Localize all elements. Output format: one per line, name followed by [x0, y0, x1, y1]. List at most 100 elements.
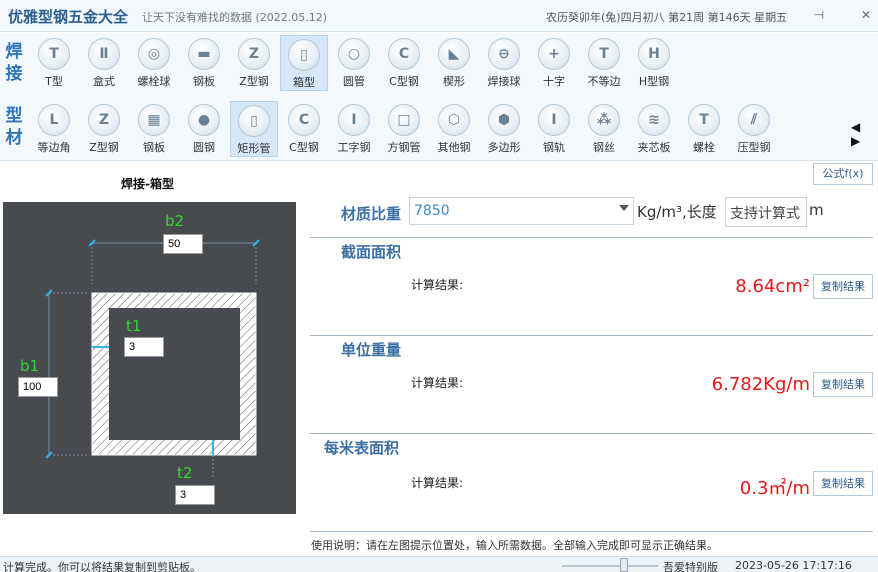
square-tube-icon: □ — [388, 104, 420, 136]
t1-input[interactable] — [124, 337, 164, 357]
formula-button[interactable]: 公式f(x) — [813, 163, 873, 185]
surface-result: 0.3㎡/m — [739, 478, 810, 499]
t2-label: t2 — [177, 464, 193, 482]
profile-steel-plate[interactable]: ▦ 钢板 — [130, 101, 178, 157]
date-info: 农历癸卯年(兔)四月初八 第21周 第146天 星期五 — [546, 11, 788, 24]
wedge-icon: ◣ — [438, 38, 470, 70]
weight-title: 单位重量 — [341, 341, 402, 359]
b1-input[interactable] — [18, 377, 58, 397]
surface-calc-label: 计算结果: — [411, 476, 464, 490]
profile-i-beam[interactable]: I 工字钢 — [330, 101, 378, 157]
sandwich-panel-icon: ≋ — [638, 104, 670, 136]
profile-bolt[interactable]: T 螺栓 — [680, 101, 728, 157]
copy-area-button[interactable]: 复制结果 — [813, 274, 873, 299]
separator — [310, 237, 873, 238]
diagram-title: 焊接-箱型 — [121, 177, 174, 191]
round-pipe-icon: ○ — [338, 38, 370, 70]
other-steel-icon: ⬡ — [438, 104, 470, 136]
weld-box-section[interactable]: ▯ 箱型 — [280, 35, 328, 91]
rect-tube-icon: ▯ — [238, 105, 270, 137]
category-profile: 型材 — [5, 106, 23, 148]
profiled-steel-icon: ⫽ — [738, 104, 770, 136]
edition-label: 吾爱特别版 — [663, 561, 718, 572]
b2-label: b2 — [165, 212, 185, 230]
weld-round-pipe[interactable]: ○ 圆管 — [330, 35, 378, 91]
weld-box-style[interactable]: Ⅱ 盒式 — [80, 35, 128, 91]
weld-cross[interactable]: + 十字 — [530, 35, 578, 91]
cross-icon: + — [538, 38, 570, 70]
steel-plate-icon: ▬ — [188, 38, 220, 70]
length-input[interactable]: 支持计算式 — [725, 197, 807, 227]
profile-rail[interactable]: I 钢轨 — [530, 101, 578, 157]
profile-sandwich-panel[interactable]: ≋ 夹芯板 — [630, 101, 678, 157]
profile-square-tube[interactable]: □ 方钢管 — [380, 101, 428, 157]
t1-label: t1 — [126, 317, 142, 335]
status-bar: 计算完成。你可以将结果复制到剪贴板。 吾爱特别版 2023-05-26 17:1… — [0, 556, 878, 572]
profile-rect-tube[interactable]: ▯ 矩形管 — [230, 101, 278, 157]
profile-other-steel[interactable]: ⬡ 其他钢 — [430, 101, 478, 157]
weld-wedge[interactable]: ◣ 楔形 — [430, 35, 478, 91]
b1-label: b1 — [20, 357, 40, 375]
polygon-icon: ⬢ — [488, 104, 520, 136]
chevron-down-icon — [619, 205, 629, 211]
profile-c-steel[interactable]: C C型钢 — [280, 101, 328, 157]
length-unit: m — [809, 201, 824, 219]
weld-z-steel[interactable]: Z Z型钢 — [230, 35, 278, 91]
app-title: 优雅型钢五金大全 — [8, 8, 129, 26]
toolbar-scroll-arrows[interactable]: ◀ ▶ — [851, 120, 878, 148]
profile-polygon[interactable]: ⬢ 多边形 — [480, 101, 528, 157]
slider-thumb[interactable] — [620, 558, 628, 572]
b2-input[interactable] — [163, 234, 203, 254]
category-weld: 焊接 — [5, 42, 23, 84]
weld-steel-plate[interactable]: ▬ 钢板 — [180, 35, 228, 91]
t2-input[interactable] — [175, 485, 215, 505]
weld-weld-ball[interactable]: ⊖ 焊接球 — [480, 35, 528, 91]
box-section-drawing — [45, 239, 260, 477]
profile-steel-wire[interactable]: ⁂ 钢丝 — [580, 101, 628, 157]
area-result: 8.64cm² — [735, 276, 810, 297]
area-title: 截面面积 — [341, 243, 402, 261]
weld-c-steel[interactable]: C C型钢 — [380, 35, 428, 91]
round-steel-icon: ● — [188, 104, 220, 136]
z-steel-icon: Z — [88, 104, 120, 136]
surface-title: 每米表面积 — [324, 439, 400, 457]
slider-track[interactable] — [562, 565, 658, 567]
t-type-icon: T — [38, 38, 70, 70]
app-window: 优雅型钢五金大全 让天下没有难找的数据 (2022.05.12) 农历癸卯年(兔… — [0, 0, 878, 572]
density-unit: Kg/m³,长度 — [637, 203, 717, 221]
c-steel-icon: C — [388, 38, 420, 70]
rail-icon: I — [538, 104, 570, 136]
area-calc-label: 计算结果: — [411, 278, 464, 292]
density-select[interactable]: 7850 — [409, 197, 634, 225]
steel-plate-icon: ▦ — [138, 104, 170, 136]
bolt-icon: T — [688, 104, 720, 136]
box-section-icon: ▯ — [288, 39, 320, 71]
weld-bolt-ball[interactable]: ◎ 螺栓球 — [130, 35, 178, 91]
copy-weight-button[interactable]: 复制结果 — [813, 372, 873, 397]
weld-h-steel[interactable]: H H型钢 — [630, 35, 678, 91]
weld-ball-icon: ⊖ — [488, 38, 520, 70]
c-steel-icon: C — [288, 104, 320, 136]
weld-unequal[interactable]: T 不等边 — [580, 35, 628, 91]
profile-round-steel[interactable]: ● 圆钢 — [180, 101, 228, 157]
usage-note: 使用说明：请在左图提示位置处，输入所需数据。全部输入完成即可显示正确结果。 — [311, 539, 718, 552]
profile-equal-angle[interactable]: L 等边角 — [30, 101, 78, 157]
copy-surface-button[interactable]: 复制结果 — [813, 471, 873, 496]
profile-z-steel[interactable]: Z Z型钢 — [80, 101, 128, 157]
pin-icon[interactable]: ⊣ — [810, 6, 828, 24]
close-icon[interactable]: ✕ — [857, 6, 875, 24]
title-bar: 优雅型钢五金大全 让天下没有难找的数据 (2022.05.12) 农历癸卯年(兔… — [0, 0, 878, 32]
profile-profiled-steel[interactable]: ⫽ 压型钢 — [730, 101, 778, 157]
weight-calc-label: 计算结果: — [411, 376, 464, 390]
equal-angle-icon: L — [38, 104, 70, 136]
z-steel-icon: Z — [238, 38, 270, 70]
unequal-icon: T — [588, 38, 620, 70]
separator — [310, 531, 873, 532]
separator — [310, 433, 873, 434]
separator — [310, 335, 873, 336]
section-diagram: b2 t1 b1 t2 — [3, 202, 296, 514]
steel-wire-icon: ⁂ — [588, 104, 620, 136]
density-value: 7850 — [414, 203, 450, 219]
status-message: 计算完成。你可以将结果复制到剪贴板。 — [3, 561, 201, 572]
weld-t-type[interactable]: T T型 — [30, 35, 78, 91]
